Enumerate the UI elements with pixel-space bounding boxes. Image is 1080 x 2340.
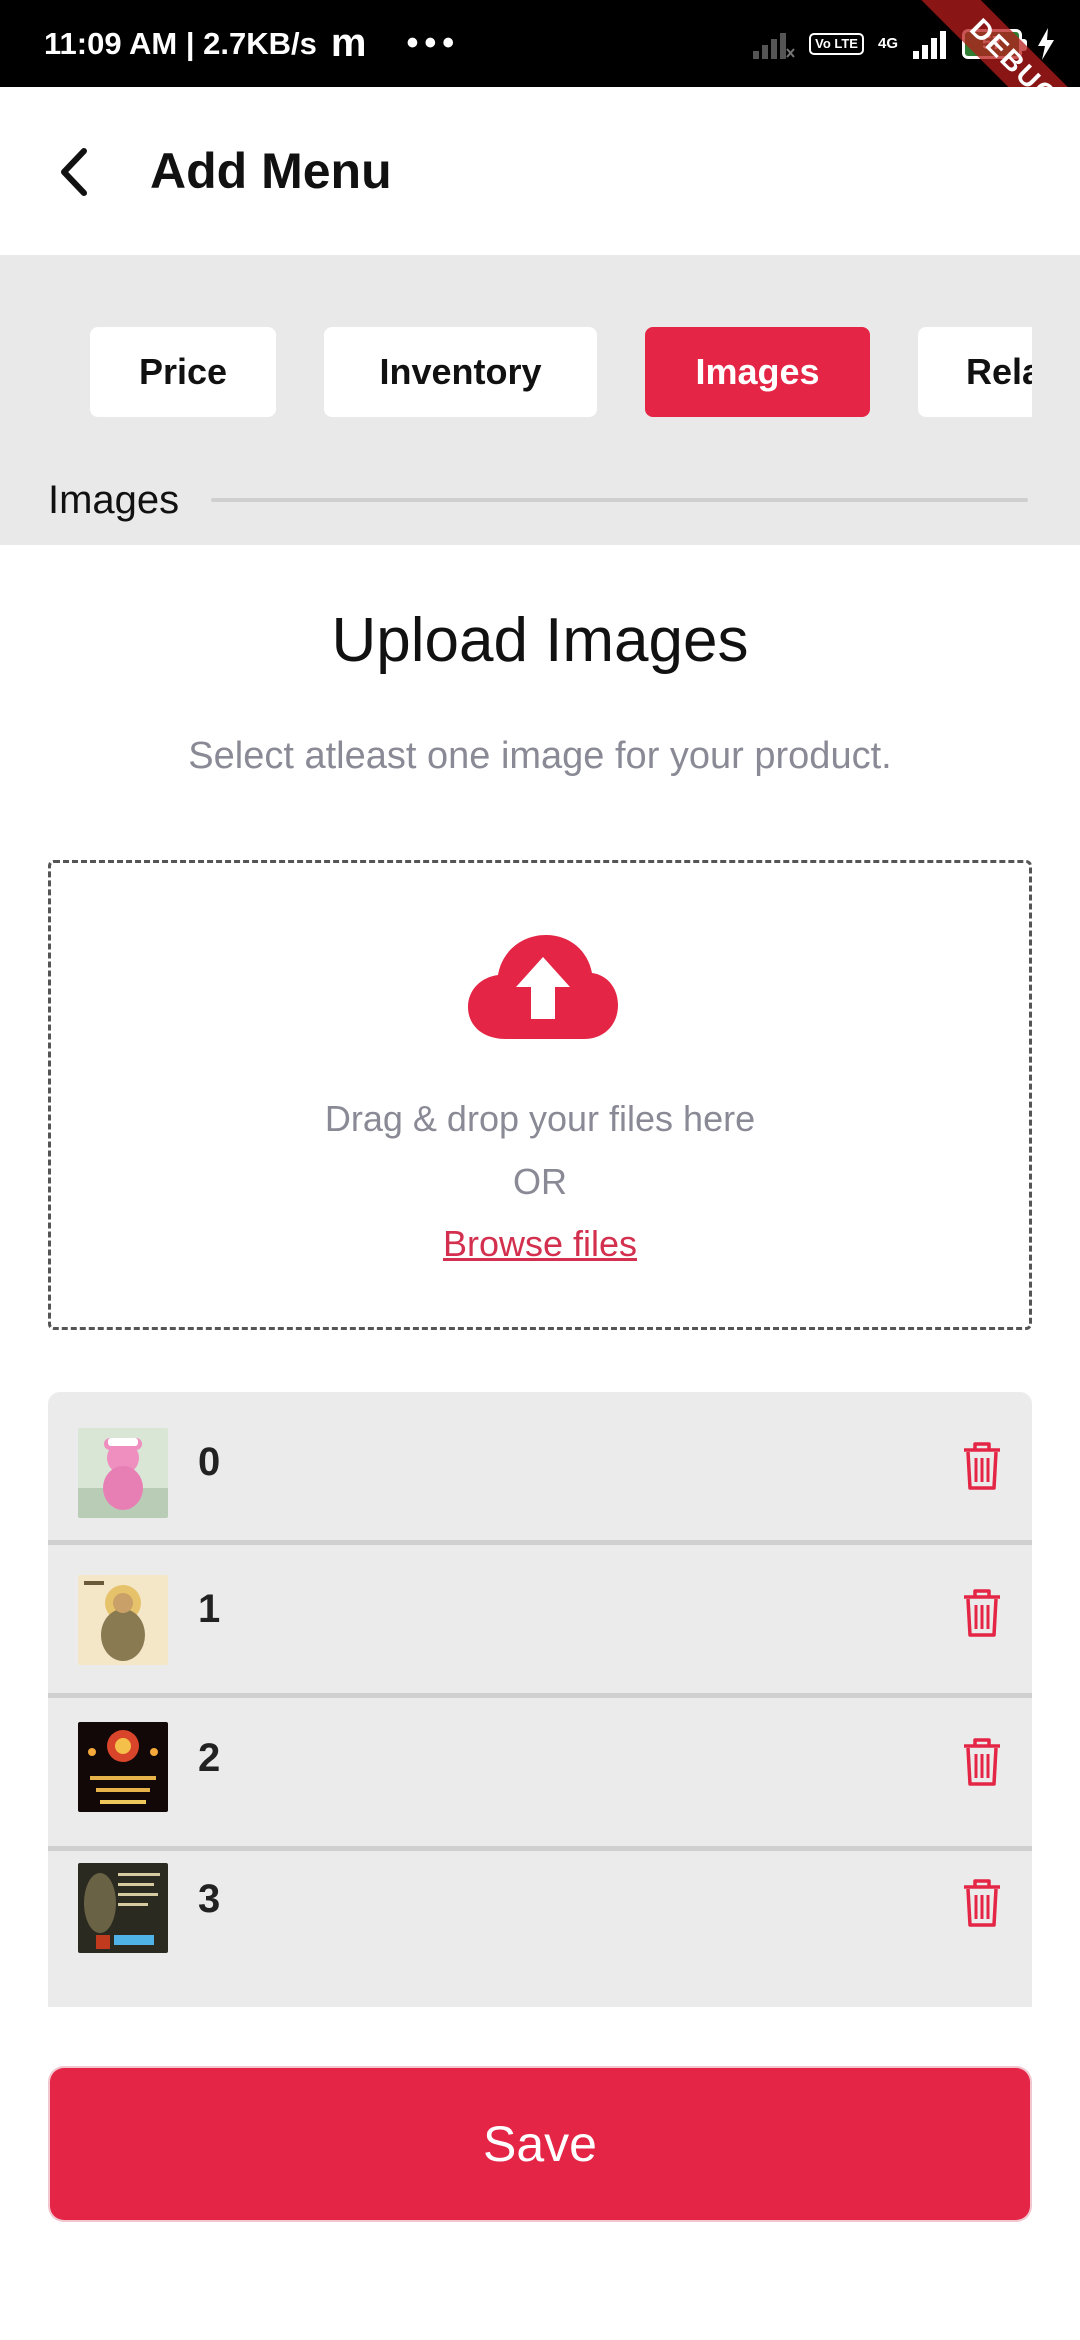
battery-icon: 57	[962, 28, 1027, 59]
tab-price[interactable]: Price	[90, 327, 276, 417]
drop-instructions: Drag & drop your files here	[324, 1098, 756, 1139]
image-thumbnail	[78, 1863, 168, 1953]
list-item: 1	[48, 1545, 1032, 1698]
network-type: 4G	[877, 35, 898, 52]
signal-icon	[753, 32, 795, 59]
browse-files-link[interactable]: Browse files	[51, 1223, 1029, 1265]
status-left: 11:09 AM | 2.7KB/s m •••	[44, 0, 460, 87]
trash-icon[interactable]	[960, 1877, 1004, 1929]
teddy-bear-image	[78, 1428, 168, 1518]
tab-inventory[interactable]: Inventory	[324, 327, 597, 417]
upload-title: Upload Images	[331, 606, 749, 675]
trash-icon[interactable]	[960, 1736, 1004, 1788]
back-button[interactable]	[44, 137, 104, 207]
image-list: 0 1 2 3	[48, 1392, 1032, 2007]
save-button[interactable]: Save	[50, 2068, 1030, 2220]
battery-level: 57	[981, 33, 1003, 53]
list-item: 0	[48, 1392, 1032, 1545]
upload-subtitle: Select atleast one image for your produc…	[188, 735, 892, 777]
chevron-left-icon	[61, 148, 87, 196]
app-bar: Add Menu	[0, 87, 1080, 255]
tabs-scroller[interactable]: Price Inventory Images Rela	[0, 255, 1032, 455]
image-index: 1	[198, 1587, 221, 1631]
section-divider	[211, 498, 1028, 502]
volte-icon: Vo LTE	[809, 32, 864, 55]
section-header: Images	[48, 465, 1028, 535]
deity-image	[78, 1575, 168, 1665]
good-morning-image	[78, 1863, 168, 1953]
page-title: Add Menu	[150, 143, 392, 199]
cloud-upload-icon	[468, 935, 618, 1039]
drop-or-text: OR	[513, 1161, 567, 1202]
image-index: 3	[198, 1877, 221, 1921]
image-thumbnail	[78, 1428, 168, 1518]
charging-icon	[1038, 27, 1054, 60]
tab-related[interactable]: Rela	[918, 327, 1032, 417]
image-index: 0	[198, 1440, 221, 1484]
status-bar: 11:09 AM | 2.7KB/s m ••• Vo LTE 4G 57	[0, 0, 1080, 87]
image-index: 2	[198, 1736, 221, 1780]
list-item: 3	[48, 1851, 1032, 2001]
section-label: Images	[48, 477, 180, 522]
status-right: Vo LTE 4G 57	[751, 0, 1056, 87]
image-thumbnail	[78, 1722, 168, 1812]
trash-icon[interactable]	[960, 1440, 1004, 1492]
signal-strength-icon	[913, 30, 946, 59]
image-thumbnail	[78, 1575, 168, 1665]
tabs-area: Price Inventory Images Rela Images	[0, 255, 1080, 545]
trash-icon[interactable]	[960, 1587, 1004, 1639]
festival-image	[78, 1722, 168, 1812]
list-item: 2	[48, 1698, 1032, 1851]
app-notification-icon: m	[330, 21, 367, 65]
more-notifications-icon: •••	[406, 24, 461, 62]
tab-images[interactable]: Images	[645, 327, 870, 417]
drop-zone[interactable]: Drag & drop your files here OR Browse fi…	[48, 860, 1032, 1330]
status-time-speed: 11:09 AM | 2.7KB/s	[44, 25, 317, 61]
